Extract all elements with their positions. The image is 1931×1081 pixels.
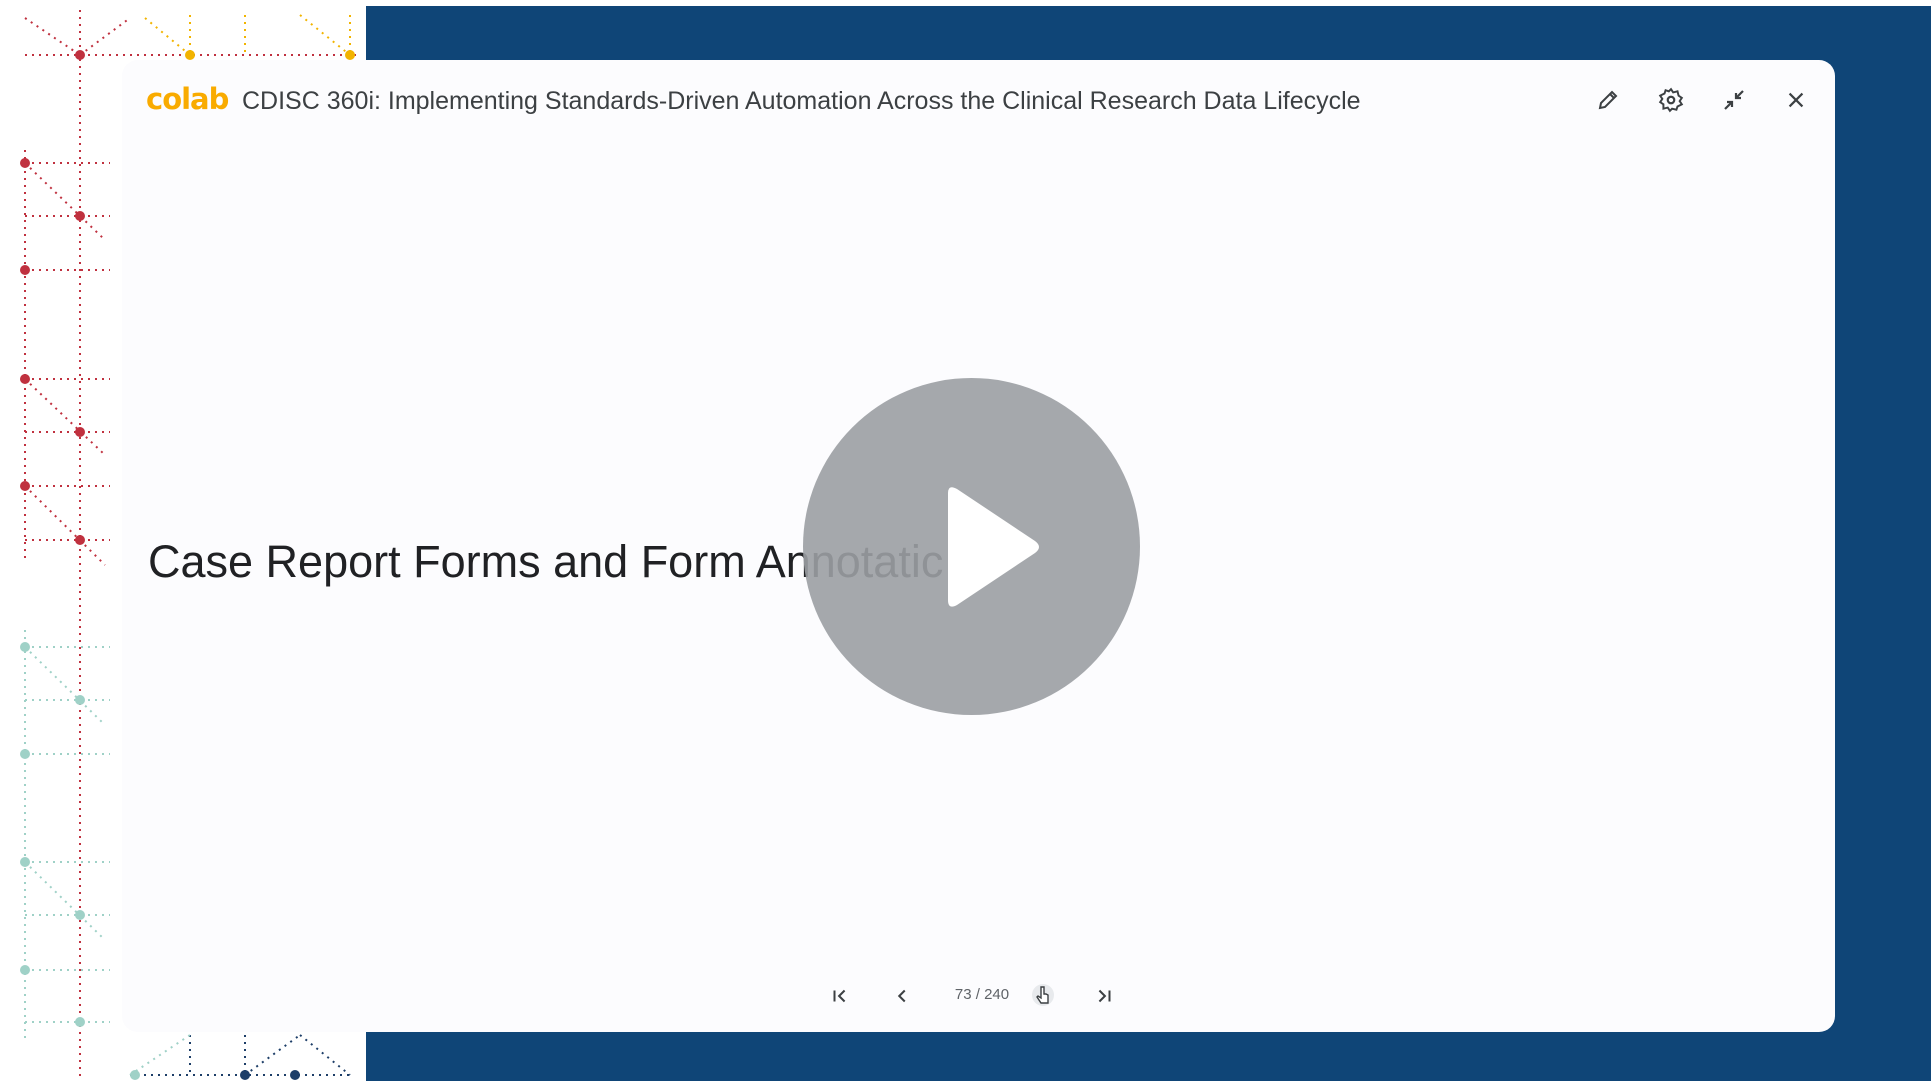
close-icon: [1788, 92, 1804, 108]
pencil-icon: [1598, 90, 1618, 110]
play-button[interactable]: [803, 378, 1140, 715]
presentation-window: colab CDISC 360i: Implementing Standards…: [122, 60, 1835, 1032]
last-slide-icon: [1098, 989, 1111, 1003]
gear-icon: [1658, 87, 1684, 113]
settings-button[interactable]: [1655, 84, 1687, 116]
close-button[interactable]: [1780, 84, 1812, 116]
colab-logo: colab: [146, 82, 229, 116]
prev-slide-icon: [897, 989, 906, 1003]
last-slide-button[interactable]: [1088, 980, 1120, 1012]
edit-button[interactable]: [1592, 84, 1624, 116]
hand-cursor-icon: [1032, 984, 1054, 1006]
slide-navigation: 73 / 240: [122, 980, 1835, 1030]
previous-slide-button[interactable]: [886, 980, 918, 1012]
window-title: CDISC 360i: Implementing Standards-Drive…: [242, 87, 1361, 115]
exit-fullscreen-button[interactable]: [1718, 84, 1750, 116]
collapse-icon: [1724, 90, 1744, 110]
first-slide-icon: [833, 989, 846, 1003]
first-slide-button[interactable]: [824, 980, 856, 1012]
next-slide-button[interactable]: [1027, 980, 1059, 1012]
slide-counter: 73 / 240: [954, 986, 1010, 1003]
title-bar: colab CDISC 360i: Implementing Standards…: [122, 60, 1835, 140]
play-icon: [948, 487, 1039, 607]
